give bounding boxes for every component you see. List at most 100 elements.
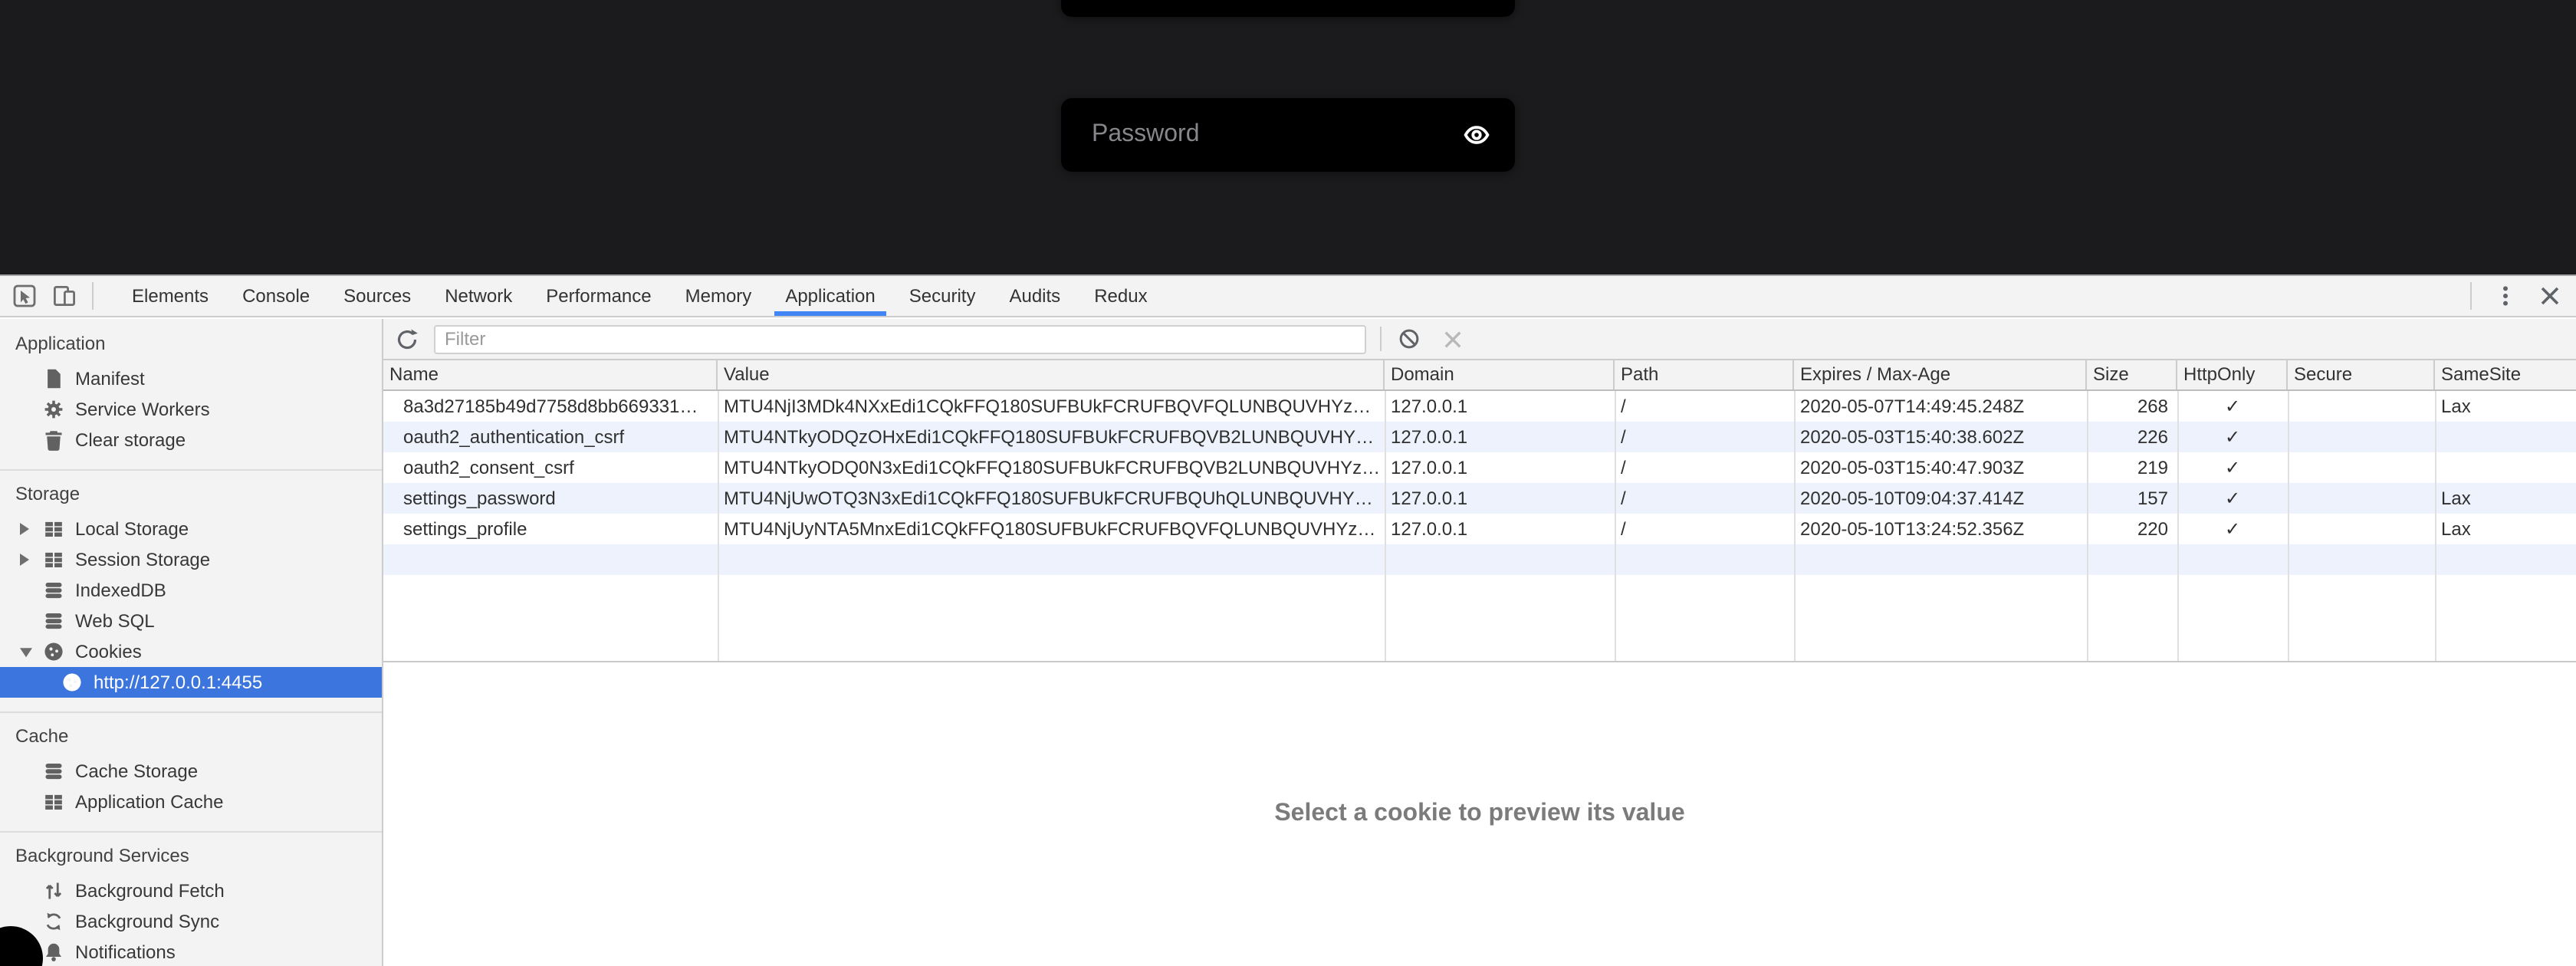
filter-input[interactable] (434, 324, 1366, 353)
chevron-right-icon[interactable] (20, 554, 29, 566)
tab-console[interactable]: Console (225, 276, 327, 316)
sidebar-item-background-fetch[interactable]: Background Fetch (0, 876, 382, 906)
document-icon (43, 368, 64, 389)
toolbar-divider (92, 282, 94, 310)
inspect-element-icon[interactable] (12, 284, 37, 308)
empty-row-stripe (383, 544, 2576, 575)
tab-redux[interactable]: Redux (1077, 276, 1164, 316)
sidebar-item-label: Background Fetch (75, 880, 225, 902)
sidebar-item-cache-storage[interactable]: Cache Storage (0, 756, 382, 787)
chevron-down-icon[interactable] (20, 648, 32, 657)
sidebar-item-manifest[interactable]: Manifest (0, 363, 382, 394)
tab-elements[interactable]: Elements (115, 276, 225, 316)
cell-secure (2288, 391, 2435, 422)
sidebar-item-label: Background Sync (75, 911, 219, 932)
sidebar-item-cookies[interactable]: Cookies (0, 636, 382, 667)
cell-path: / (1615, 422, 1794, 452)
application-sidebar: Application Manifest (0, 319, 383, 966)
sidebar-item-session-storage[interactable]: Session Storage (0, 544, 382, 575)
close-devtools-icon[interactable] (2539, 285, 2561, 307)
sidebar-item-label: Cookies (75, 641, 142, 662)
cell-value: MTU4NjI3MDk4NXxEdi1CQkFFQ180SUFBUkFCRUFB… (718, 391, 1385, 422)
column-header-secure[interactable]: Secure (2288, 360, 2435, 389)
sidebar-item-label: Web SQL (75, 610, 155, 632)
cell-path: / (1615, 391, 1794, 422)
column-divider[interactable] (1615, 391, 1616, 661)
clear-icon[interactable] (1443, 329, 1463, 349)
column-divider[interactable] (1385, 391, 1386, 661)
password-field[interactable] (1061, 98, 1515, 172)
cookie-table-body: 8a3d27185b49d7758d8bb669331… MTU4NjI3MDk… (383, 391, 2576, 661)
sidebar-item-cookie-host[interactable]: http://127.0.0.1:4455 (0, 667, 382, 698)
sidebar-item-application-cache[interactable]: Application Cache (0, 787, 382, 817)
tab-application[interactable]: Application (768, 276, 892, 316)
column-header-httponly[interactable]: HttpOnly (2177, 360, 2288, 389)
column-divider[interactable] (2435, 391, 2436, 661)
sidebar-item-web-sql[interactable]: Web SQL (0, 606, 382, 636)
cookie-row[interactable]: oauth2_authentication_csrf MTU4NTkyODQzO… (383, 422, 2576, 452)
cell-path: / (1615, 514, 1794, 544)
sidebar-item-label: IndexedDB (75, 580, 166, 601)
column-header-path[interactable]: Path (1615, 360, 1794, 389)
cookie-row[interactable]: 8a3d27185b49d7758d8bb669331… MTU4NjI3MDk… (383, 391, 2576, 422)
password-input[interactable] (1061, 121, 1463, 149)
cell-size: 157 (2087, 483, 2177, 514)
cell-value: MTU4NTkyODQzOHxEdi1CQkFFQ180SUFBUkFCRUFB… (718, 422, 1385, 452)
gear-icon (43, 399, 64, 420)
cell-secure (2288, 514, 2435, 544)
toolbar-divider (1380, 327, 1382, 351)
column-header-name[interactable]: Name (383, 360, 718, 389)
tab-sources[interactable]: Sources (327, 276, 428, 316)
database-icon (43, 761, 64, 782)
sidebar-item-local-storage[interactable]: Local Storage (0, 514, 382, 544)
column-divider[interactable] (718, 391, 719, 661)
refresh-icon[interactable] (396, 327, 419, 350)
sidebar-item-background-sync[interactable]: Background Sync (0, 906, 382, 937)
sidebar-item-label: Clear storage (75, 429, 186, 451)
cell-name: settings_profile (383, 514, 718, 544)
chevron-right-icon[interactable] (20, 523, 29, 535)
cell-expires: 2020-05-10T09:04:37.414Z (1794, 483, 2087, 514)
cell-httponly: ✓ (2177, 391, 2288, 422)
cookie-row[interactable]: settings_password MTU4NjUwOTQ3N3xEdi1CQk… (383, 483, 2576, 514)
sidebar-item-clear-storage[interactable]: Clear storage (0, 425, 382, 455)
cell-expires: 2020-05-03T15:40:47.903Z (1794, 452, 2087, 483)
cookie-icon (61, 672, 83, 693)
cookie-row[interactable]: oauth2_consent_csrf MTU4NTkyODQ0N3xEdi1C… (383, 452, 2576, 483)
column-divider[interactable] (2177, 391, 2179, 661)
column-header-samesite[interactable]: SameSite (2435, 360, 2576, 389)
more-options-icon[interactable] (2493, 284, 2518, 308)
cookie-row[interactable]: settings_profile MTU4NjUyNTA5MnxEdi1CQkF… (383, 514, 2576, 544)
tab-network[interactable]: Network (428, 276, 529, 316)
cell-name: settings_password (383, 483, 718, 514)
sidebar-item-indexeddb[interactable]: IndexedDB (0, 575, 382, 606)
column-divider[interactable] (2087, 391, 2088, 661)
column-header-size[interactable]: Size (2087, 360, 2177, 389)
cookie-table-header: Name Value Domain Path Expires / Max-Age… (383, 360, 2576, 391)
column-header-domain[interactable]: Domain (1385, 360, 1615, 389)
eye-icon[interactable] (1463, 121, 1490, 149)
column-header-value[interactable]: Value (718, 360, 1385, 389)
sidebar-item-service-workers[interactable]: Service Workers (0, 394, 382, 425)
tab-memory[interactable]: Memory (669, 276, 769, 316)
tab-audits[interactable]: Audits (992, 276, 1077, 316)
cell-domain: 127.0.0.1 (1385, 422, 1615, 452)
column-divider[interactable] (2288, 391, 2289, 661)
column-divider[interactable] (1794, 391, 1796, 661)
devtools-tabbar: Elements Console Sources Network Perform… (0, 276, 2576, 317)
sidebar-item-notifications[interactable]: Notifications (0, 937, 382, 966)
cell-expires: 2020-05-03T15:40:38.602Z (1794, 422, 2087, 452)
cell-name: oauth2_authentication_csrf (383, 422, 718, 452)
cell-domain: 127.0.0.1 (1385, 483, 1615, 514)
tab-security[interactable]: Security (892, 276, 993, 316)
device-toolbar-icon[interactable] (52, 284, 77, 308)
fetch-arrows-icon (43, 880, 64, 902)
column-header-expires[interactable]: Expires / Max-Age (1794, 360, 2087, 389)
username-field[interactable] (1061, 0, 1515, 17)
sidebar-section-storage: Storage Local Storage (0, 469, 382, 698)
tab-performance[interactable]: Performance (529, 276, 668, 316)
trash-icon (43, 429, 64, 451)
table-icon (43, 791, 64, 813)
cookies-toolbar (383, 319, 2576, 360)
block-icon[interactable] (1398, 328, 1420, 350)
